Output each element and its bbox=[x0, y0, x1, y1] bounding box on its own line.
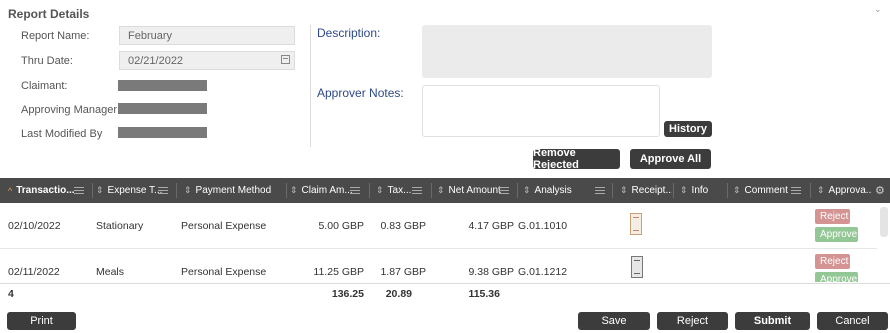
analysis-cell: G.01.1010 bbox=[518, 220, 568, 232]
tax-cell: 1.87 GBP bbox=[380, 266, 426, 278]
filter-icon[interactable] bbox=[499, 186, 509, 195]
save-button[interactable]: Save bbox=[578, 312, 650, 330]
last-modified-label: Last Modified By bbox=[21, 128, 103, 140]
claimant-label: Claimant: bbox=[21, 80, 68, 92]
sort-icon: ⇕ bbox=[620, 185, 628, 195]
table-row[interactable]: 02/11/2022 Meals Personal Expense 11.25 … bbox=[0, 249, 877, 282]
column-header-net-amount[interactable]: ⇕ Net Amount bbox=[437, 178, 515, 203]
gear-icon[interactable]: ⚙ bbox=[875, 178, 889, 203]
column-header-expense-type[interactable]: ⇕ Expense T... bbox=[96, 178, 174, 203]
thru-date-field[interactable]: 02/21/2022 bbox=[119, 51, 295, 70]
cancel-button[interactable]: Cancel bbox=[817, 312, 888, 330]
sort-icon: ⇕ bbox=[437, 185, 445, 195]
total-tax: 20.89 bbox=[385, 288, 412, 300]
sort-icon: ⇕ bbox=[376, 185, 384, 195]
total-claim-amount: 136.25 bbox=[331, 288, 364, 300]
table-row[interactable]: 02/10/2022 Stationary Personal Expense 5… bbox=[0, 204, 877, 249]
sort-icon: ⇕ bbox=[290, 185, 298, 195]
column-header-receipt[interactable]: ⇕ Receipt... bbox=[620, 178, 672, 203]
transaction-date-cell: 02/10/2022 bbox=[8, 220, 61, 232]
description-label: Description: bbox=[317, 26, 381, 40]
sort-icon: ⇕ bbox=[184, 185, 192, 195]
payment-method-cell: Personal Expense bbox=[181, 220, 267, 232]
column-header-claim-amount[interactable]: ⇕ Claim Am... bbox=[290, 178, 366, 203]
remove-rejected-button[interactable]: Remove Rejected bbox=[533, 147, 620, 171]
approve-all-button[interactable]: Approve All bbox=[630, 149, 711, 169]
receipt-thumbnail-icon[interactable] bbox=[630, 213, 642, 235]
net-amount-cell: 9.38 GBP bbox=[468, 266, 514, 278]
expense-type-cell: Meals bbox=[96, 266, 125, 278]
approver-notes-field[interactable] bbox=[422, 85, 660, 137]
filter-icon[interactable] bbox=[158, 186, 168, 195]
column-header-approval[interactable]: ⇕ Approva... bbox=[817, 178, 871, 203]
last-modified-redacted-value bbox=[118, 127, 207, 138]
sort-icon: ⇕ bbox=[733, 185, 741, 195]
sort-icon: ⇕ bbox=[523, 185, 531, 195]
analysis-cell: G.01.1212 bbox=[518, 266, 568, 278]
reject-button[interactable]: Reject bbox=[815, 209, 850, 224]
filter-icon[interactable] bbox=[595, 186, 605, 195]
totals-divider bbox=[0, 283, 890, 284]
column-header-analysis[interactable]: ⇕ Analysis bbox=[523, 178, 611, 203]
column-header-comment[interactable]: ⇕ Comment bbox=[733, 178, 807, 203]
approver-notes-label: Approver Notes: bbox=[317, 86, 404, 100]
filter-icon[interactable] bbox=[350, 186, 360, 195]
total-net-amount: 115.36 bbox=[468, 288, 500, 300]
thru-date-value: 02/21/2022 bbox=[128, 55, 184, 67]
claimant-redacted-value bbox=[118, 80, 207, 91]
section-title: Report Details bbox=[8, 7, 90, 21]
claim-amount-cell: 5.00 GBP bbox=[318, 220, 364, 232]
claim-amount-cell: 11.25 GBP bbox=[313, 266, 364, 278]
column-header-tax[interactable]: ⇕ Tax... bbox=[376, 178, 428, 203]
approving-manager-label: Approving Manager: bbox=[21, 104, 121, 116]
column-header-info[interactable]: ⇕ Info bbox=[680, 178, 725, 203]
table-scrollbar[interactable] bbox=[880, 207, 888, 237]
total-count: 4 bbox=[8, 288, 14, 300]
form-divider bbox=[310, 25, 311, 147]
reject-button[interactable]: Reject bbox=[815, 254, 850, 269]
history-button[interactable]: History bbox=[664, 121, 712, 137]
description-field[interactable] bbox=[422, 25, 712, 78]
expense-type-cell: Stationary bbox=[96, 220, 144, 232]
payment-method-cell: Personal Expense bbox=[181, 266, 267, 278]
approve-button[interactable]: Approve bbox=[815, 272, 858, 282]
column-header-payment-method[interactable]: ⇕ Payment Method bbox=[184, 178, 284, 203]
table-header: ^ Transactio... ⇕ Expense T... ⇕ Payment… bbox=[0, 178, 890, 203]
net-amount-cell: 4.17 GBP bbox=[468, 220, 514, 232]
receipt-thumbnail-icon[interactable] bbox=[631, 256, 643, 278]
filter-icon[interactable] bbox=[791, 186, 801, 195]
approving-manager-redacted-value bbox=[118, 103, 207, 114]
filter-icon[interactable] bbox=[412, 186, 422, 195]
sort-icon: ⇕ bbox=[817, 185, 825, 195]
filter-icon[interactable] bbox=[74, 186, 84, 195]
transaction-date-cell: 02/11/2022 bbox=[8, 266, 60, 278]
report-name-field[interactable]: February bbox=[119, 26, 295, 45]
thru-date-label: Thru Date: bbox=[21, 55, 73, 67]
chevron-down-icon[interactable]: ⌄ bbox=[874, 4, 882, 15]
print-button[interactable]: Print bbox=[7, 312, 76, 330]
calendar-icon[interactable] bbox=[281, 55, 290, 64]
column-header-transaction-date[interactable]: ^ Transactio... bbox=[8, 178, 90, 203]
reject-all-button[interactable]: Reject bbox=[657, 312, 728, 330]
sort-asc-icon: ^ bbox=[8, 185, 13, 196]
sort-icon: ⇕ bbox=[96, 185, 104, 195]
tax-cell: 0.83 GBP bbox=[380, 220, 426, 232]
report-name-label: Report Name: bbox=[21, 30, 90, 42]
sort-icon: ⇕ bbox=[680, 185, 688, 195]
approve-button[interactable]: Approve bbox=[815, 227, 858, 242]
submit-button[interactable]: Submit bbox=[735, 312, 810, 330]
